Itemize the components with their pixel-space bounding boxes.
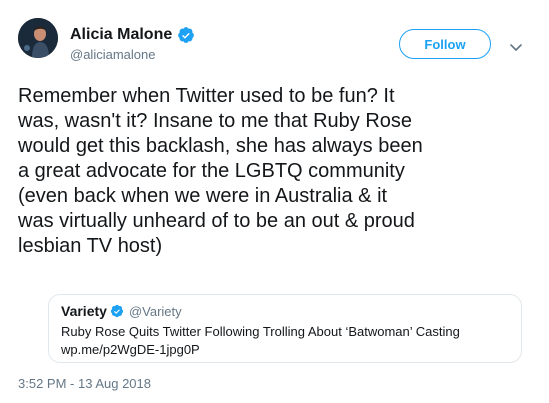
chevron-down-icon[interactable] xyxy=(509,40,523,51)
follow-button[interactable]: Follow xyxy=(399,29,491,59)
verified-badge-icon xyxy=(110,304,124,318)
quoted-tweet-header: Variety @Variety xyxy=(61,303,182,319)
quoted-tweet-card[interactable]: Variety @Variety Ruby Rose Quits Twitter… xyxy=(48,294,522,363)
author-display-name[interactable]: Alicia Malone xyxy=(70,26,172,44)
quoted-author-name: Variety xyxy=(61,303,107,319)
author-name-row: Alicia Malone xyxy=(70,26,195,44)
quoted-author-handle: @Variety xyxy=(128,303,182,319)
verified-badge-icon xyxy=(177,26,195,44)
avatar[interactable] xyxy=(18,18,58,58)
tweet-card: Alicia Malone @aliciamalone Follow Remem… xyxy=(0,0,549,403)
tweet-timestamp[interactable]: 3:52 PM - 13 Aug 2018 xyxy=(18,376,151,391)
author-handle[interactable]: @aliciamalone xyxy=(70,47,155,62)
tweet-text: Remember when Twitter used to be fun? It… xyxy=(18,85,423,257)
quoted-tweet-text: Ruby Rose Quits Twitter Following Trolli… xyxy=(61,324,460,357)
